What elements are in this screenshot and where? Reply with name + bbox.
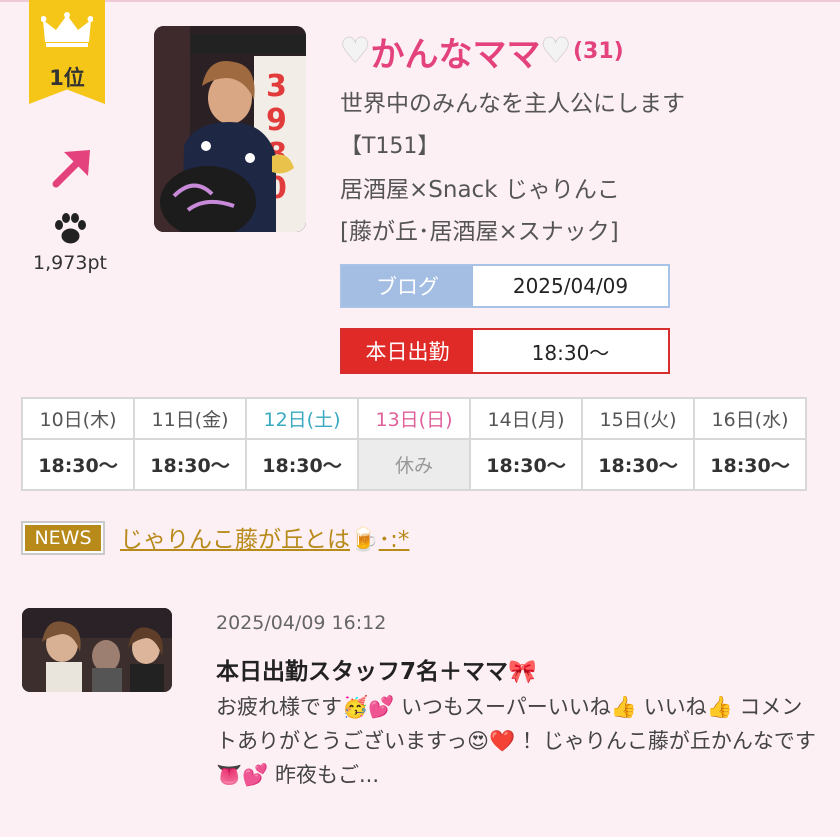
profile-catchphrase: 世界中のみんなを主人公にします — [340, 91, 685, 117]
weekly-schedule: 10日(木) 11日(金) 12日(土) 13日(日) 14日(月) 15日(火… — [21, 397, 807, 491]
profile-photo-image: 3 9 8 0 — [154, 26, 306, 232]
rank-badge: 1位 — [29, 0, 105, 104]
news-link[interactable]: じゃりんこ藤が丘とは🍺･:* — [120, 520, 409, 554]
profile-photo[interactable]: 3 9 8 0 — [154, 26, 306, 232]
news-badge-label: NEWS — [25, 525, 101, 551]
schedule-day-sunday: 13日(日) — [357, 397, 471, 440]
news-link-text: じゃりんこ藤が丘とは — [120, 527, 350, 553]
schedule-day: 16日(水) — [693, 397, 807, 440]
top-divider — [0, 0, 840, 2]
blog-entry-date: 2025/04/09 16:12 — [216, 612, 387, 634]
blog-entry-title-text: 本日出勤スタッフ7名＋ママ — [216, 659, 509, 685]
schedule-day: 10日(木) — [21, 397, 135, 440]
white-heart-icon: ♥ — [540, 31, 571, 71]
schedule-time: 18:30〜 — [469, 438, 583, 491]
paw-icon — [55, 213, 86, 244]
blog-date: 2025/04/09 — [512, 274, 629, 298]
blog-entry-title[interactable]: 本日出勤スタッフ7名＋ママ🎀 — [216, 652, 537, 686]
profile-name-line[interactable]: ♥ かんなママ ♥ (31) — [340, 26, 624, 76]
schedule-time: 18:30〜 — [693, 438, 807, 491]
profile-shop: 居酒屋×Snack じゃりんこ — [340, 177, 620, 203]
schedule-times-row: 18:30〜 18:30〜 18:30〜 休み 18:30〜 18:30〜 18… — [21, 438, 807, 491]
svg-text:9: 9 — [266, 103, 287, 138]
schedule-day: 14日(月) — [469, 397, 583, 440]
crown-icon — [41, 12, 93, 47]
schedule-day: 15日(火) — [581, 397, 695, 440]
blog-entry-thumbnail[interactable] — [22, 608, 172, 692]
schedule-time: 18:30〜 — [133, 438, 247, 491]
profile-name[interactable]: かんなママ — [370, 27, 540, 76]
arrow-up-right-icon — [52, 150, 90, 188]
beer-mug-icon: 🍺 — [350, 527, 379, 553]
svg-text:3: 3 — [266, 69, 287, 104]
white-heart-icon: ♥ — [340, 31, 371, 71]
profile-area: [藤が丘･居酒屋×スナック] — [340, 219, 619, 245]
news-link-suffix: ･:* — [378, 527, 410, 553]
schedule-time: 18:30〜 — [21, 438, 135, 491]
today-work-time: 18:30〜 — [531, 340, 610, 365]
rank-label: 1位 — [49, 66, 85, 90]
points-value: 1,973pt — [33, 252, 107, 274]
schedule-time: 18:30〜 — [581, 438, 695, 491]
schedule-day-saturday: 12日(土) — [245, 397, 359, 440]
schedule-time: 18:30〜 — [245, 438, 359, 491]
blog-button[interactable]: ブログ 2025/04/09 — [340, 264, 670, 308]
profile-age: (31) — [572, 38, 624, 64]
today-work-box: 本日出勤 18:30〜 — [340, 328, 670, 374]
ribbon-icon: 🎀 — [508, 659, 537, 685]
schedule-days-row: 10日(木) 11日(金) 12日(土) 13日(日) 14日(月) 15日(火… — [21, 397, 807, 440]
today-work-label: 本日出勤 — [342, 330, 473, 372]
schedule-day: 11日(金) — [133, 397, 247, 440]
profile-height: 【T151】 — [340, 134, 440, 159]
news-badge: NEWS — [21, 521, 105, 555]
blog-entry-thumbnail-image — [22, 608, 172, 692]
blog-entry-excerpt: お疲れ様です🥳💕 いつもスーパーいいね👍 いいね👍 コメントありがとうございます… — [216, 695, 816, 787]
blog-label: ブログ — [342, 266, 473, 306]
schedule-time-off: 休み — [357, 438, 471, 491]
